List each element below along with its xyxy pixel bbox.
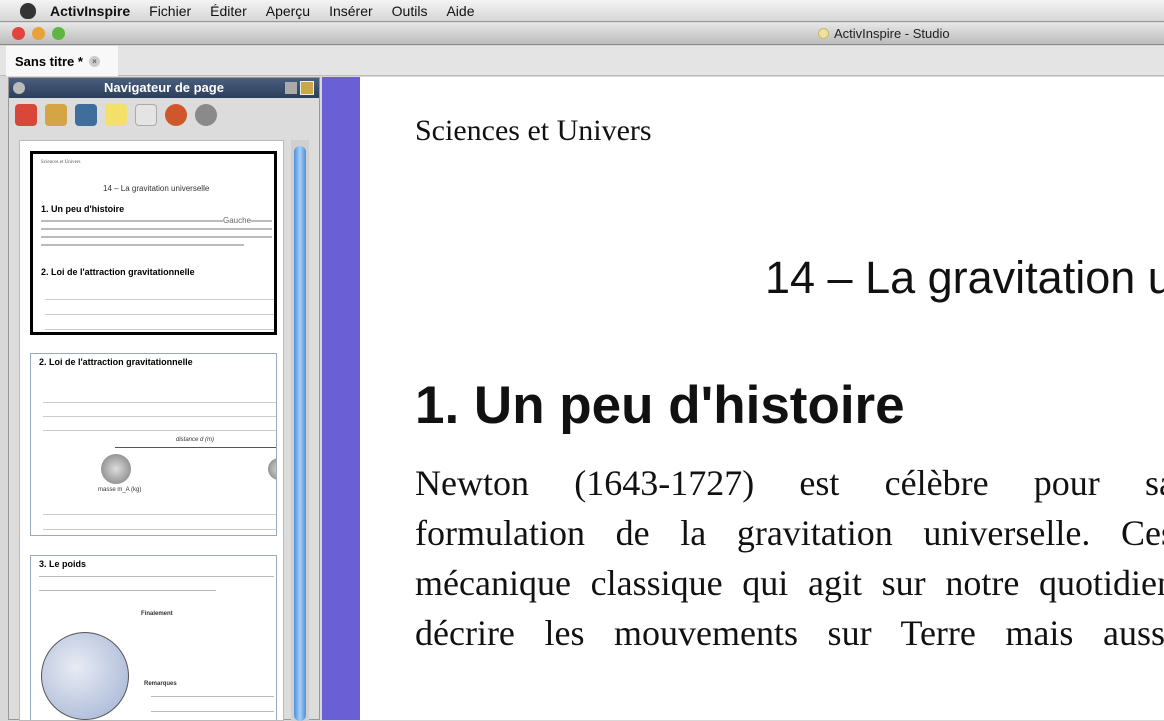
page-browser-icon[interactable] (15, 104, 37, 126)
mass-label: masse m_A (kg) (98, 487, 142, 493)
panel-title: Navigateur de page (104, 80, 224, 95)
paragraph: Newton (1643-1727) est célèbre pour sa f… (415, 462, 1164, 662)
close-button[interactable] (12, 27, 25, 40)
section-heading: 1. Un peu d'histoire (415, 376, 905, 435)
page-thumbnail-2[interactable]: 2. Loi de l'attraction gravitationnelle … (30, 353, 277, 536)
page-title: 14 – La gravitation universelle (765, 252, 1164, 303)
paragraph-line: décrire les mouvements sur Terre mais au… (415, 613, 1164, 653)
thumb-title: 14 – La gravitation universelle (103, 184, 210, 193)
paragraph-line: Newton (1643-1727) est célèbre pour sa (415, 463, 1164, 503)
page-navigator-panel: Navigateur de page Sciences et Univers 1… (8, 77, 320, 721)
window-titlebar: ActivInspire - Studio (0, 23, 1164, 45)
sphere-b (268, 458, 276, 480)
notes-browser-icon[interactable] (105, 104, 127, 126)
page-margin-bar (322, 77, 360, 720)
apple-icon[interactable] (20, 2, 36, 19)
menu-fichier[interactable]: Fichier (149, 3, 191, 19)
flipchart-canvas[interactable]: Sciences et Univers 14 – La gravitation … (360, 77, 1164, 720)
tab-sans-titre[interactable]: Sans titre * × (6, 46, 118, 76)
paragraph-line: formulation de la gravitation universell… (415, 513, 1164, 553)
thumb-heading-2: 2. Loi de l'attraction gravitationnelle (41, 267, 195, 277)
tab-label: Sans titre * (15, 53, 83, 69)
page-header: Sciences et Univers (415, 114, 652, 147)
thumb-heading: 1. Un peu d'histoire (41, 204, 125, 214)
document-icon (818, 28, 829, 39)
paragraph-line: mécanique classique qui agit sur notre q… (415, 563, 1164, 603)
thumb-remarks: Remarques (144, 681, 177, 687)
cursor-label: Gauche (223, 216, 252, 225)
thumb-header: Sciences et Univers (41, 160, 81, 165)
menu-editer[interactable]: Éditer (210, 3, 247, 19)
earth-image (41, 632, 129, 720)
zoom-button[interactable] (52, 27, 65, 40)
scrollbar-thumb[interactable] (294, 146, 306, 721)
menu-apercu[interactable]: Aperçu (266, 3, 310, 19)
navigator-toolbar (9, 98, 319, 132)
resource-browser-icon[interactable] (45, 104, 67, 126)
window-title-text: ActivInspire - Studio (834, 26, 950, 41)
tab-close-icon[interactable]: × (88, 55, 100, 67)
menu-bar: ActivInspire Fichier Éditer Aperçu Insér… (0, 0, 1164, 22)
property-browser-icon[interactable] (135, 104, 157, 126)
object-browser-icon[interactable] (75, 104, 97, 126)
panel-close-icon[interactable] (13, 82, 25, 94)
thumb-caption: Finalement (141, 611, 173, 617)
action-browser-icon[interactable] (165, 104, 187, 126)
menu-app[interactable]: ActivInspire (50, 3, 130, 19)
tab-bar: Sans titre * × (0, 46, 1164, 76)
thumb-heading: 3. Le poids (39, 559, 87, 569)
page-thumbnail-3[interactable]: 3. Le poids Finalement Remarques (30, 555, 277, 720)
voting-browser-icon[interactable] (195, 104, 217, 126)
sphere-a (101, 454, 131, 484)
menu-inserer[interactable]: Insérer (329, 3, 373, 19)
window-title: ActivInspire - Studio (818, 26, 950, 41)
thumbnail-scrollbar[interactable] (291, 140, 309, 721)
panel-header: Navigateur de page (9, 78, 319, 98)
menu-aide[interactable]: Aide (446, 3, 474, 19)
panel-menu-icon[interactable] (285, 82, 297, 94)
page-thumbnail-list: Sciences et Univers 14 – La gravitation … (19, 140, 284, 721)
page-thumbnail-1[interactable]: Sciences et Univers 14 – La gravitation … (30, 151, 277, 335)
minimize-button[interactable] (32, 27, 45, 40)
distance-label: distance d (m) (176, 437, 215, 443)
thumb-heading: 2. Loi de l'attraction gravitationnelle (39, 357, 193, 367)
menu-outils[interactable]: Outils (392, 3, 428, 19)
panel-pin-icon[interactable] (300, 81, 314, 95)
